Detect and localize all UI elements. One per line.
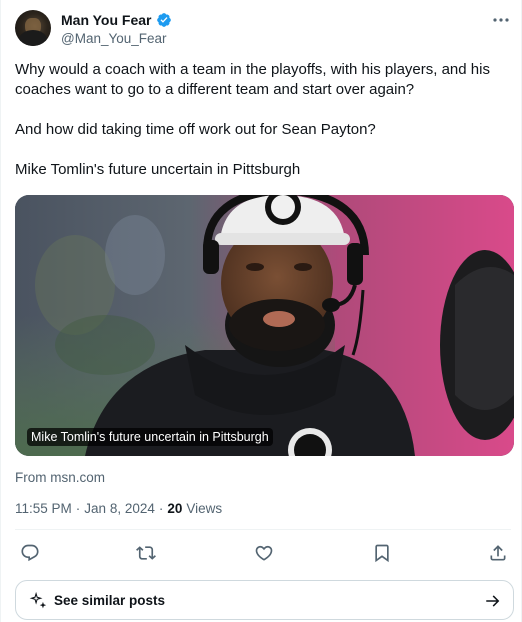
share-button[interactable]: [487, 542, 509, 564]
bookmark-button[interactable]: [371, 542, 393, 564]
repost-button[interactable]: [135, 542, 157, 564]
action-bar: [15, 538, 511, 566]
card-caption: Mike Tomlin's future uncertain in Pittsb…: [27, 428, 273, 446]
repost-icon: [136, 546, 156, 560]
see-similar-posts-label: See similar posts: [54, 593, 166, 608]
reply-icon: [21, 544, 39, 562]
tweet-paragraph: Why would a coach with a team in the pla…: [15, 61, 490, 98]
like-button[interactable]: [253, 542, 275, 564]
meta-separator: ·: [75, 501, 81, 516]
author-name-row: Man You Fear: [61, 12, 172, 28]
views-label: Views: [186, 501, 223, 516]
reply-button[interactable]: [19, 542, 41, 564]
card-source[interactable]: From msn.com: [15, 470, 105, 485]
bookmark-icon: [375, 544, 389, 563]
meta-separator: ·: [158, 501, 164, 516]
author-display-name[interactable]: Man You Fear: [61, 12, 152, 28]
more-options-icon[interactable]: [491, 12, 511, 28]
tweet-time[interactable]: 11:55 PM: [15, 501, 72, 516]
author-handle[interactable]: @Man_You_Fear: [61, 31, 167, 46]
card-photo: [15, 195, 514, 456]
views-count: 20: [167, 501, 183, 516]
tweet-meta: 11:55 PM · Jan 8, 2024 · 20 Views: [15, 501, 222, 516]
share-icon: [490, 545, 506, 561]
verified-badge-icon: [156, 13, 171, 27]
heart-icon: [255, 545, 273, 561]
link-preview-card[interactable]: Mike Tomlin's future uncertain in Pittsb…: [15, 195, 514, 456]
tweet-paragraph: And how did taking time off work out for…: [15, 121, 376, 138]
tweet-text: Why would a coach with a team in the pla…: [15, 60, 511, 180]
avatar[interactable]: [15, 10, 51, 46]
tweet-paragraph: Mike Tomlin's future uncertain in Pittsb…: [15, 161, 301, 178]
sparkle-icon: [29, 591, 47, 609]
tweet-date[interactable]: Jan 8, 2024: [84, 501, 155, 516]
tweet-header: Man You Fear @Man_You_Fear: [15, 10, 511, 50]
arrow-right-icon: [486, 595, 500, 607]
tweet-container: Man You Fear @Man_You_Fear Why would a c…: [0, 0, 522, 622]
see-similar-posts-button[interactable]: See similar posts: [15, 580, 514, 620]
divider: [15, 529, 511, 530]
